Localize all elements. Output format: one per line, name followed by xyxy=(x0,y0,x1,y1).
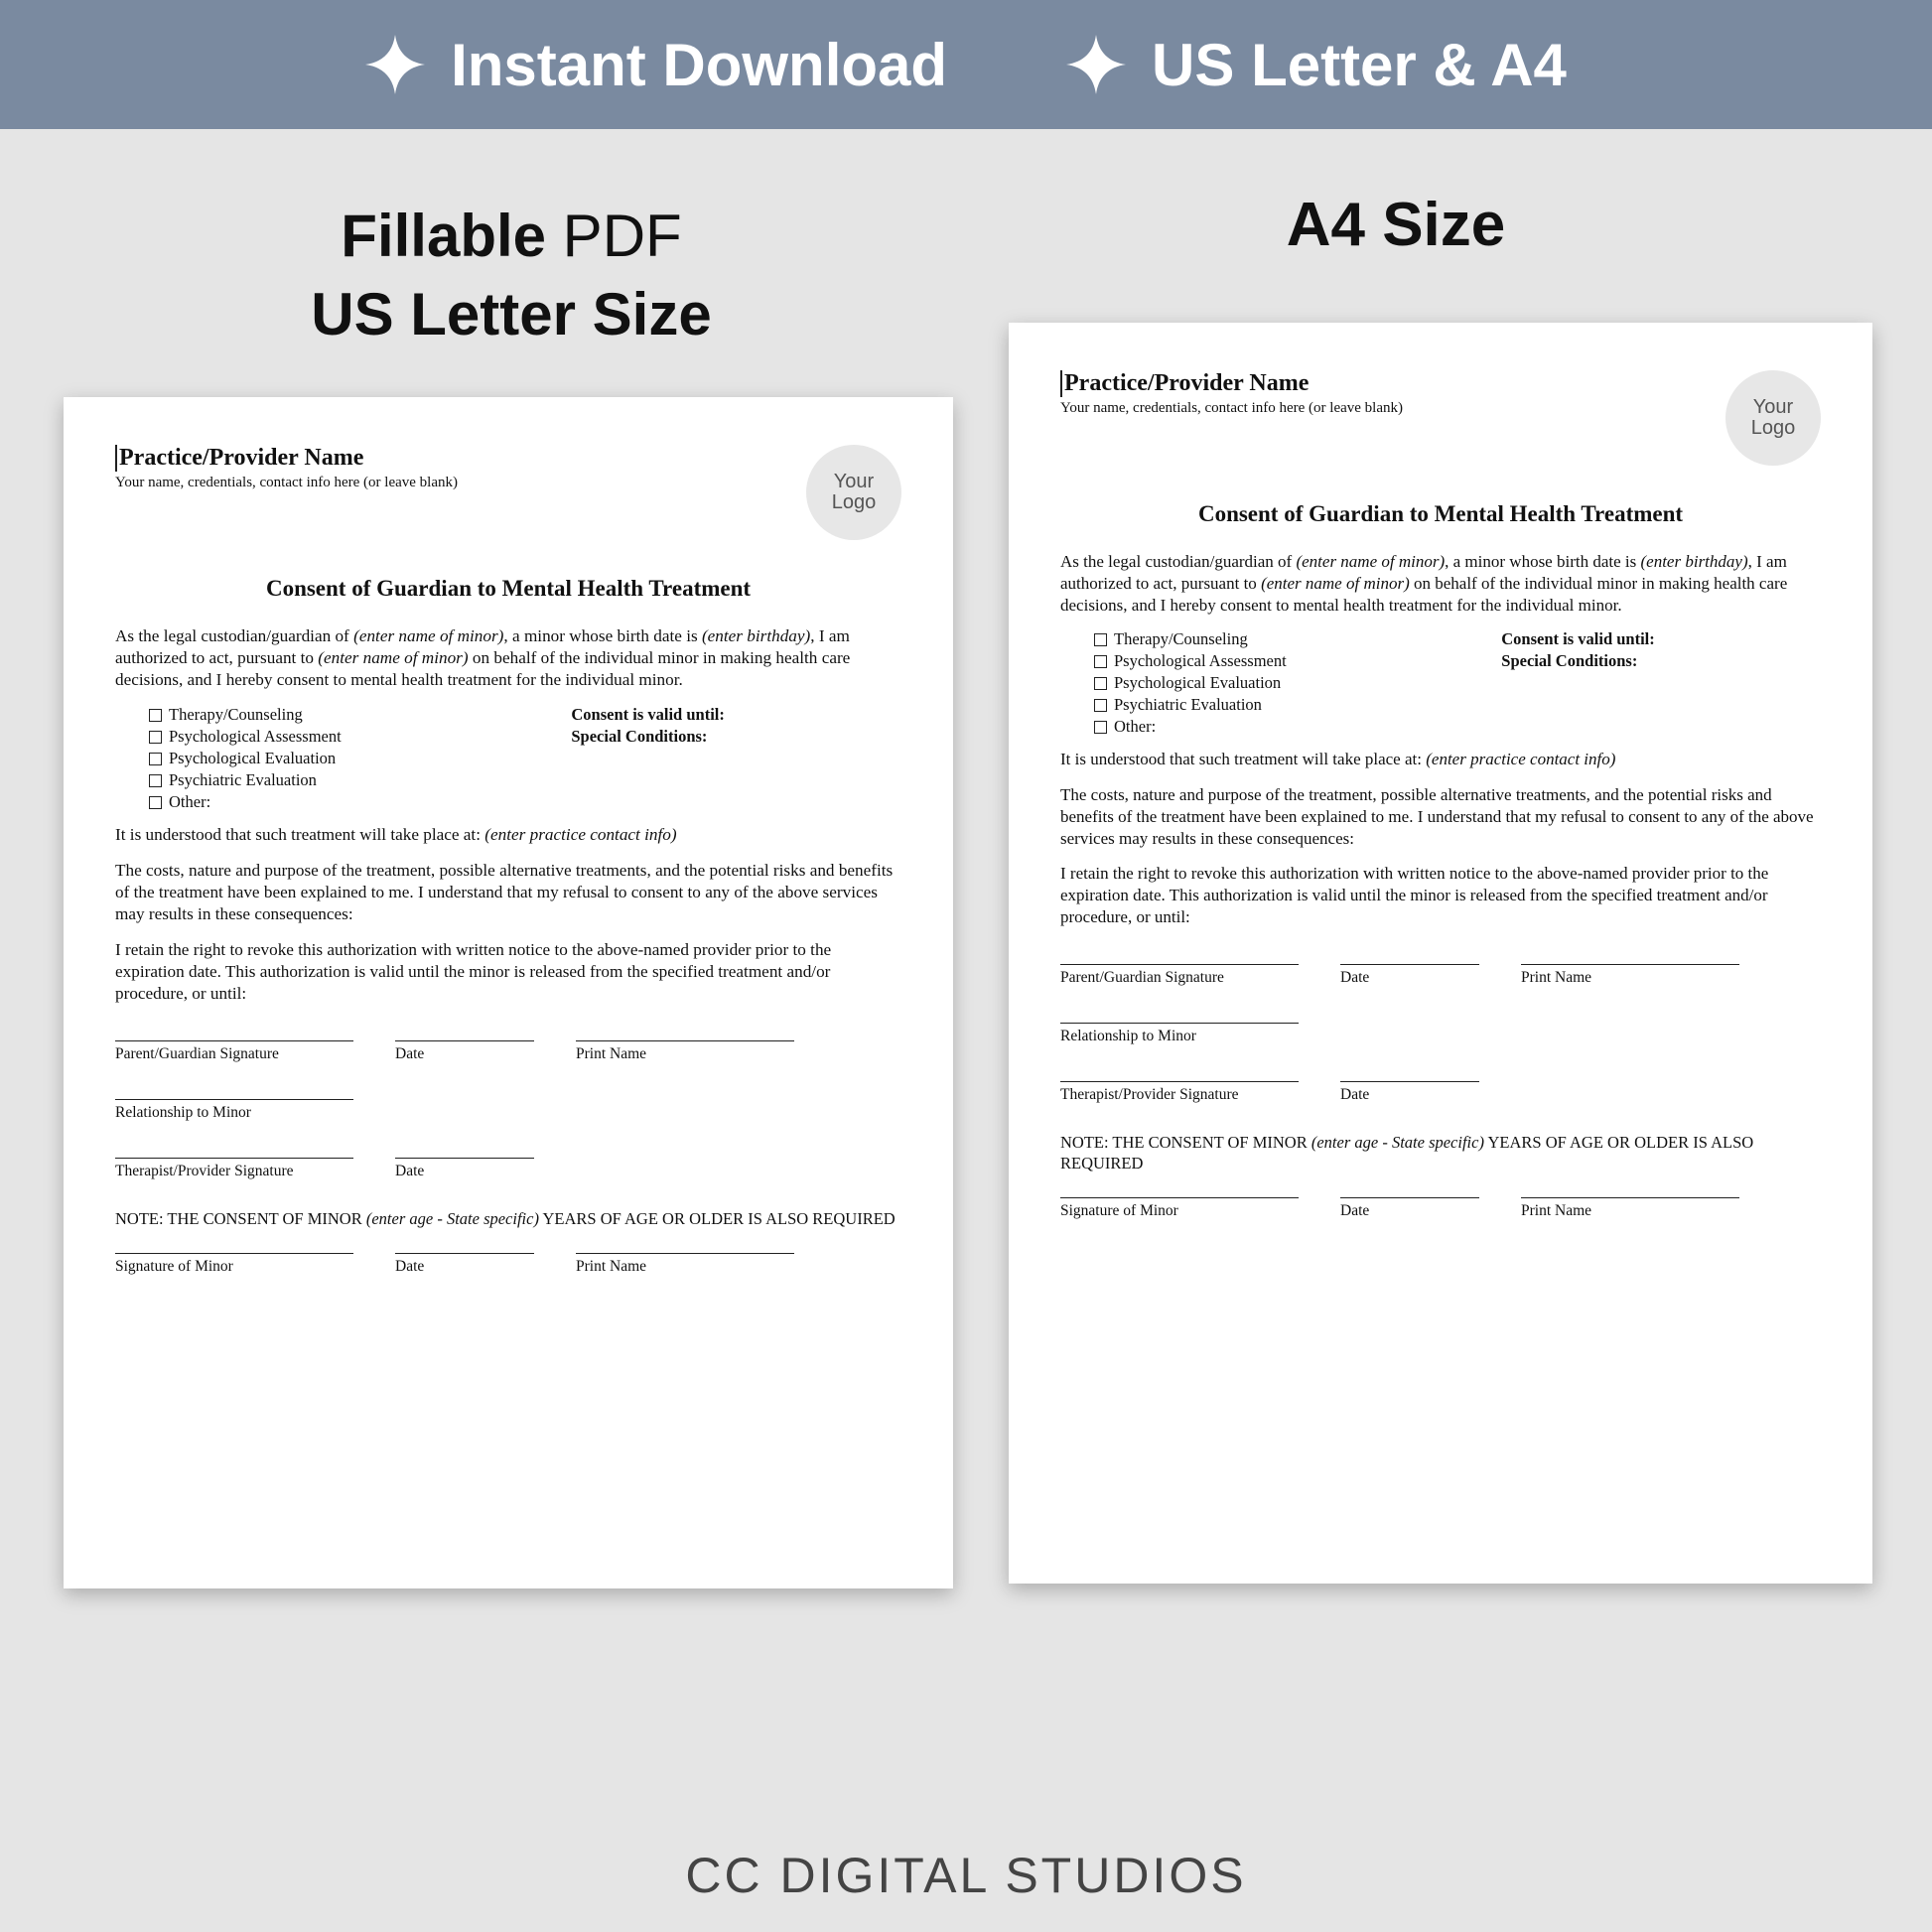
intro-paragraph: As the legal custodian/guardian of (ente… xyxy=(115,625,901,691)
heading-left-word2: PDF xyxy=(546,203,682,269)
heading-left-word1: Fillable xyxy=(341,203,546,269)
practice-sub[interactable]: Your name, credentials, contact info her… xyxy=(1060,400,1716,417)
sparkle-icon xyxy=(365,35,425,94)
doc-title: Consent of Guardian to Mental Health Tre… xyxy=(1060,501,1821,527)
minor-sig-line[interactable] xyxy=(115,1253,353,1254)
date-line[interactable] xyxy=(395,1040,534,1041)
footer-brand: CC DIGITAL STUDIOS xyxy=(0,1847,1932,1904)
practice-sub[interactable]: Your name, credentials, contact info her… xyxy=(115,475,796,491)
logo-placeholder[interactable]: YourLogo xyxy=(1725,370,1821,466)
checkbox[interactable] xyxy=(149,709,162,722)
checkbox[interactable] xyxy=(149,796,162,809)
doc-title: Consent of Guardian to Mental Health Tre… xyxy=(115,576,901,602)
date-line[interactable] xyxy=(395,1253,534,1254)
signature-line[interactable] xyxy=(115,1040,353,1041)
content-area: Fillable PDF US Letter Size A4 Size Prac… xyxy=(0,129,1932,1787)
therapist-sig-line[interactable] xyxy=(1060,1081,1299,1082)
document-us-letter: Practice/Provider Name Your name, creden… xyxy=(64,397,953,1588)
checkbox[interactable] xyxy=(1094,633,1107,646)
practice-name[interactable]: Practice/Provider Name xyxy=(115,445,796,472)
revoke-paragraph: I retain the right to revoke this author… xyxy=(115,939,901,1005)
checkbox[interactable] xyxy=(149,774,162,787)
consent-valid-block: Consent is valid until: Special Conditio… xyxy=(1501,629,1821,739)
checkbox-list: Therapy/Counseling Psychological Assessm… xyxy=(115,705,571,814)
print-name-line[interactable] xyxy=(1521,1197,1739,1198)
print-name-line[interactable] xyxy=(576,1040,794,1041)
date-line[interactable] xyxy=(1340,1197,1479,1198)
banner-text-download: Instant Download xyxy=(451,31,947,99)
checkbox[interactable] xyxy=(1094,677,1107,690)
print-name-line[interactable] xyxy=(1521,964,1739,965)
costs-paragraph: The costs, nature and purpose of the tre… xyxy=(1060,784,1821,849)
heading-right: A4 Size xyxy=(959,187,1833,264)
checkbox[interactable] xyxy=(149,753,162,765)
sparkle-icon xyxy=(1066,35,1126,94)
practice-name[interactable]: Practice/Provider Name xyxy=(1060,370,1716,397)
place-paragraph: It is understood that such treatment wil… xyxy=(1060,749,1821,770)
intro-paragraph: As the legal custodian/guardian of (ente… xyxy=(1060,551,1821,616)
note-line: NOTE: THE CONSENT OF MINOR (enter age - … xyxy=(115,1208,901,1229)
relationship-line[interactable] xyxy=(115,1099,353,1100)
heading-left-line2: US Letter Size xyxy=(79,277,943,351)
banner-item-sizes: US Letter & A4 xyxy=(1066,31,1567,99)
checkbox-list: Therapy/Counseling Psychological Assessm… xyxy=(1060,629,1501,739)
revoke-paragraph: I retain the right to revoke this author… xyxy=(1060,863,1821,927)
checkbox[interactable] xyxy=(1094,655,1107,668)
top-banner: Instant Download US Letter & A4 xyxy=(0,0,1932,129)
minor-sig-line[interactable] xyxy=(1060,1197,1299,1198)
date-line[interactable] xyxy=(1340,1081,1479,1082)
checkbox[interactable] xyxy=(149,731,162,744)
relationship-line[interactable] xyxy=(1060,1023,1299,1024)
print-name-line[interactable] xyxy=(576,1253,794,1254)
therapist-sig-line[interactable] xyxy=(115,1158,353,1159)
banner-item-download: Instant Download xyxy=(365,31,947,99)
logo-placeholder[interactable]: YourLogo xyxy=(806,445,901,540)
document-a4: Practice/Provider Name Your name, creden… xyxy=(1009,323,1872,1584)
heading-left: Fillable PDF US Letter Size xyxy=(79,199,943,351)
signature-line[interactable] xyxy=(1060,964,1299,965)
checkbox[interactable] xyxy=(1094,699,1107,712)
date-line[interactable] xyxy=(1340,964,1479,965)
place-paragraph: It is understood that such treatment wil… xyxy=(115,824,901,846)
date-line[interactable] xyxy=(395,1158,534,1159)
note-line: NOTE: THE CONSENT OF MINOR (enter age - … xyxy=(1060,1132,1821,1173)
banner-text-sizes: US Letter & A4 xyxy=(1152,31,1567,99)
costs-paragraph: The costs, nature and purpose of the tre… xyxy=(115,860,901,925)
checkbox[interactable] xyxy=(1094,721,1107,734)
consent-valid-block: Consent is valid until: Special Conditio… xyxy=(571,705,901,814)
